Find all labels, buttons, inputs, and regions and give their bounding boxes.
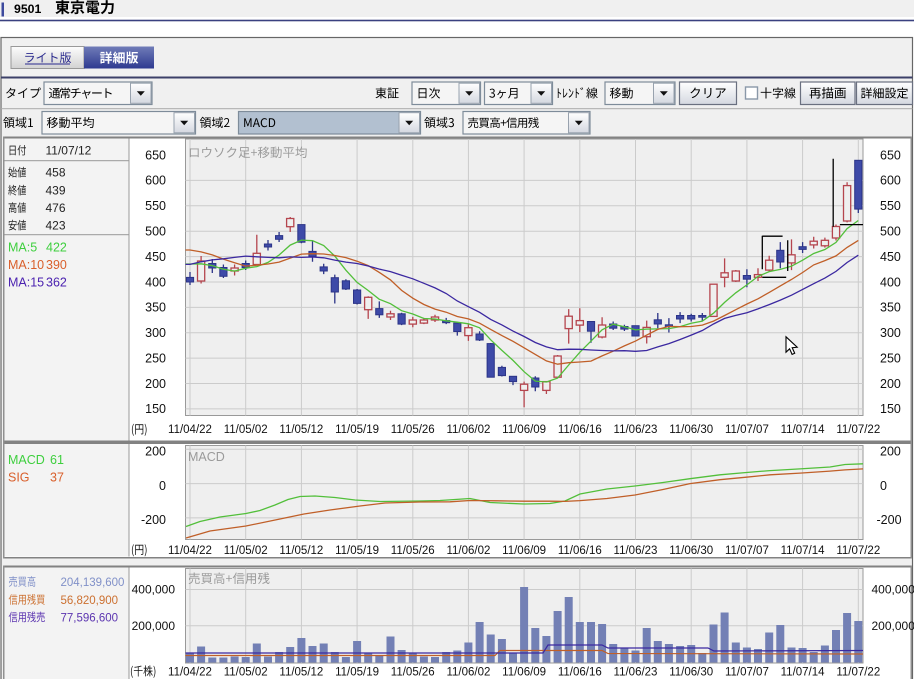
svg-text:200: 200 (880, 377, 901, 391)
svg-text:37: 37 (50, 471, 64, 485)
svg-text:150: 150 (145, 402, 166, 416)
svg-text:11/06/16: 11/06/16 (558, 667, 602, 679)
svg-text:400: 400 (145, 275, 166, 289)
svg-text:11/05/12: 11/05/12 (279, 424, 323, 436)
svg-text:11/07/22: 11/07/22 (836, 667, 880, 679)
svg-text:-200: -200 (141, 513, 166, 527)
svg-text:150: 150 (880, 402, 901, 416)
svg-text:204,139,600: 204,139,600 (61, 577, 125, 589)
svg-text:11/05/12: 11/05/12 (279, 667, 323, 679)
svg-text:476: 476 (46, 201, 66, 215)
svg-text:9501: 9501 (14, 2, 42, 16)
svg-text:250: 250 (880, 351, 901, 365)
svg-text:11/06/02: 11/06/02 (446, 667, 490, 679)
svg-text:11/06/30: 11/06/30 (669, 424, 713, 436)
svg-text:11/07/14: 11/07/14 (781, 545, 826, 557)
svg-text:200,000: 200,000 (132, 619, 176, 633)
svg-text:MA:5: MA:5 (8, 241, 37, 255)
svg-text:423: 423 (46, 219, 66, 233)
svg-text:300: 300 (145, 326, 166, 340)
svg-text:200: 200 (880, 445, 901, 459)
svg-text:400,000: 400,000 (872, 583, 914, 597)
svg-text:600: 600 (880, 174, 901, 188)
svg-text:11/07/22: 11/07/22 (836, 424, 880, 436)
svg-text:0: 0 (159, 479, 166, 493)
svg-text:11/06/02: 11/06/02 (446, 545, 490, 557)
svg-text:450: 450 (145, 250, 166, 264)
svg-text:11/04/22: 11/04/22 (168, 545, 212, 557)
svg-text:11/05/02: 11/05/02 (224, 667, 268, 679)
svg-text:11/05/02: 11/05/02 (224, 424, 268, 436)
svg-text:11/05/19: 11/05/19 (335, 424, 379, 436)
svg-text:11/07/14: 11/07/14 (781, 424, 826, 436)
svg-text:550: 550 (880, 199, 901, 213)
svg-text:11/06/16: 11/06/16 (558, 545, 602, 557)
svg-text:11/07/07: 11/07/07 (725, 545, 769, 557)
svg-text:500: 500 (880, 224, 901, 238)
svg-text:MACD: MACD (188, 450, 225, 464)
svg-text:11/04/22: 11/04/22 (168, 424, 212, 436)
svg-text:11/04/22: 11/04/22 (168, 667, 212, 679)
svg-text:11/06/09: 11/06/09 (502, 667, 546, 679)
svg-text:11/06/23: 11/06/23 (614, 424, 658, 436)
svg-text:550: 550 (145, 199, 166, 213)
svg-text:11/07/07: 11/07/07 (725, 424, 769, 436)
svg-text:77,596,600: 77,596,600 (61, 612, 119, 624)
svg-text:11/06/30: 11/06/30 (669, 545, 713, 557)
svg-text:650: 650 (880, 148, 901, 162)
svg-text:650: 650 (145, 148, 166, 162)
svg-text:11/05/26: 11/05/26 (391, 545, 435, 557)
svg-text:SIG: SIG (8, 471, 30, 485)
svg-text:MA:10: MA:10 (8, 258, 44, 272)
svg-text:MA:15: MA:15 (8, 276, 44, 290)
svg-text:200: 200 (145, 377, 166, 391)
svg-text:11/05/02: 11/05/02 (224, 545, 268, 557)
svg-text:11/06/30: 11/06/30 (669, 667, 713, 679)
svg-text:600: 600 (145, 174, 166, 188)
svg-text:11/06/02: 11/06/02 (446, 424, 490, 436)
svg-text:11/05/26: 11/05/26 (391, 667, 435, 679)
svg-text:11/06/23: 11/06/23 (614, 545, 658, 557)
svg-text:250: 250 (145, 351, 166, 365)
svg-text:11/05/19: 11/05/19 (335, 545, 379, 557)
svg-text:390: 390 (46, 258, 67, 272)
svg-text:422: 422 (46, 241, 67, 255)
svg-text:362: 362 (46, 276, 67, 290)
svg-text:11/07/22: 11/07/22 (836, 545, 880, 557)
svg-text:400: 400 (880, 275, 901, 289)
svg-text:11/07/14: 11/07/14 (781, 667, 826, 679)
svg-text:-200: -200 (877, 513, 902, 527)
svg-text:56,820,900: 56,820,900 (61, 595, 119, 607)
svg-text:11/06/23: 11/06/23 (614, 667, 658, 679)
svg-text:11/06/09: 11/06/09 (502, 545, 546, 557)
svg-text:61: 61 (50, 453, 64, 467)
svg-text:11/06/16: 11/06/16 (558, 424, 602, 436)
svg-text:11/05/19: 11/05/19 (335, 667, 379, 679)
svg-text:11/05/26: 11/05/26 (391, 424, 435, 436)
svg-text:300: 300 (880, 326, 901, 340)
svg-text:11/07/07: 11/07/07 (725, 667, 769, 679)
svg-text:400,000: 400,000 (132, 583, 176, 597)
svg-text:11/06/09: 11/06/09 (502, 424, 546, 436)
svg-text:439: 439 (46, 184, 66, 198)
svg-text:11/05/12: 11/05/12 (279, 545, 323, 557)
svg-text:MACD: MACD (8, 453, 45, 467)
svg-text:450: 450 (880, 250, 901, 264)
svg-text:200,000: 200,000 (872, 619, 914, 633)
svg-text:350: 350 (145, 301, 166, 315)
svg-text:200: 200 (145, 445, 166, 459)
svg-text:11/07/12: 11/07/12 (46, 144, 92, 158)
svg-text:0: 0 (880, 479, 887, 493)
svg-text:350: 350 (880, 301, 901, 315)
svg-text:458: 458 (46, 166, 66, 180)
svg-text:500: 500 (145, 224, 166, 238)
